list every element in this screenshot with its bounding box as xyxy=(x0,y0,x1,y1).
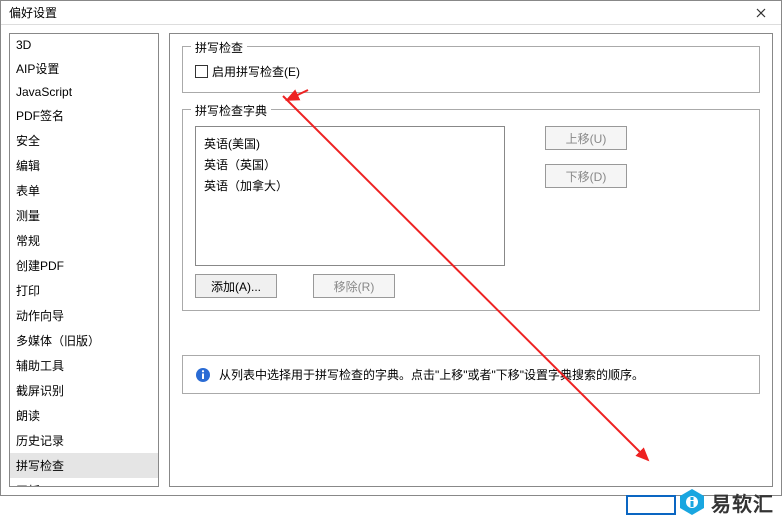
dictionary-area: 英语(美国) 英语（英国） 英语（加拿大） 上移(U) 下移(D) xyxy=(195,126,747,266)
sidebar-item-security[interactable]: 安全 xyxy=(10,128,158,153)
sidebar-item-multimedia[interactable]: 多媒体（旧版） xyxy=(10,328,158,353)
spellcheck-group: 拼写检查 启用拼写检查(E) xyxy=(182,46,760,93)
sidebar-item-actionwizard[interactable]: 动作向导 xyxy=(10,303,158,328)
sidebar-item-pdfsign[interactable]: PDF签名 xyxy=(10,103,158,128)
sidebar-item-aip[interactable]: AIP设置 xyxy=(10,56,158,81)
titlebar: 偏好设置 xyxy=(1,1,781,25)
enable-spellcheck-label: 启用拼写检查(E) xyxy=(212,63,300,80)
dictionary-group-label: 拼写检查字典 xyxy=(191,102,271,119)
add-button[interactable]: 添加(A)... xyxy=(195,274,277,298)
sidebar-item-readaloud[interactable]: 朗读 xyxy=(10,403,158,428)
dictionary-listbox[interactable]: 英语(美国) 英语（英国） 英语（加拿大） xyxy=(195,126,505,266)
move-down-button[interactable]: 下移(D) xyxy=(545,164,627,188)
info-text: 从列表中选择用于拼写检查的字典。点击"上移"或者"下移"设置字典搜索的顺序。 xyxy=(219,366,644,383)
info-banner: 从列表中选择用于拼写检查的字典。点击"上移"或者"下移"设置字典搜索的顺序。 xyxy=(182,355,760,394)
enable-spellcheck-row[interactable]: 启用拼写检查(E) xyxy=(195,63,747,80)
dialog-body: 3D AIP设置 JavaScript PDF签名 安全 编辑 表单 测量 常规… xyxy=(1,25,781,495)
category-sidebar[interactable]: 3D AIP设置 JavaScript PDF签名 安全 编辑 表单 测量 常规… xyxy=(9,33,159,487)
enable-spellcheck-checkbox[interactable] xyxy=(195,65,208,78)
sidebar-item-edit[interactable]: 编辑 xyxy=(10,153,158,178)
close-button[interactable] xyxy=(741,1,781,25)
sidebar-item-spellcheck[interactable]: 拼写检查 xyxy=(10,453,158,478)
dictionary-group: 拼写检查字典 英语(美国) 英语（英国） 英语（加拿大） 上移(U) 下移(D)… xyxy=(182,109,760,311)
settings-panel: 拼写检查 启用拼写检查(E) 拼写检查字典 英语(美国) 英语（英国） 英语（加… xyxy=(169,33,773,487)
dialog-ok-button[interactable] xyxy=(626,495,676,515)
sidebar-item-history[interactable]: 历史记录 xyxy=(10,428,158,453)
sidebar-item-forms[interactable]: 表单 xyxy=(10,178,158,203)
preferences-window: 偏好设置 3D AIP设置 JavaScript PDF签名 安全 编辑 表单 … xyxy=(0,0,782,496)
sidebar-item-3d[interactable]: 3D xyxy=(10,34,158,56)
sidebar-item-general[interactable]: 常规 xyxy=(10,228,158,253)
window-title: 偏好设置 xyxy=(9,4,57,21)
info-icon xyxy=(195,367,211,383)
sidebar-item-accessibility[interactable]: 辅助工具 xyxy=(10,353,158,378)
spellcheck-group-label: 拼写检查 xyxy=(191,39,247,56)
sidebar-item-tablet[interactable]: 平板 xyxy=(10,478,158,487)
remove-button[interactable]: 移除(R) xyxy=(313,274,395,298)
list-item[interactable]: 英语（英国） xyxy=(204,154,496,175)
sidebar-item-print[interactable]: 打印 xyxy=(10,278,158,303)
list-item[interactable]: 英语(美国) xyxy=(204,133,496,154)
sidebar-item-javascript[interactable]: JavaScript xyxy=(10,81,158,103)
watermark-text: 易软汇 xyxy=(711,488,774,517)
sidebar-item-createpdf[interactable]: 创建PDF xyxy=(10,253,158,278)
list-item[interactable]: 英语（加拿大） xyxy=(204,175,496,196)
close-icon xyxy=(756,8,766,18)
watermark-logo: 易软汇 xyxy=(677,487,774,517)
move-up-button[interactable]: 上移(U) xyxy=(545,126,627,150)
hex-logo-icon xyxy=(677,487,707,517)
move-buttons-column: 上移(U) 下移(D) xyxy=(545,126,627,266)
add-remove-row: 添加(A)... 移除(R) xyxy=(195,274,747,298)
sidebar-item-measure[interactable]: 测量 xyxy=(10,203,158,228)
sidebar-item-screenshot-ocr[interactable]: 截屏识别 xyxy=(10,378,158,403)
